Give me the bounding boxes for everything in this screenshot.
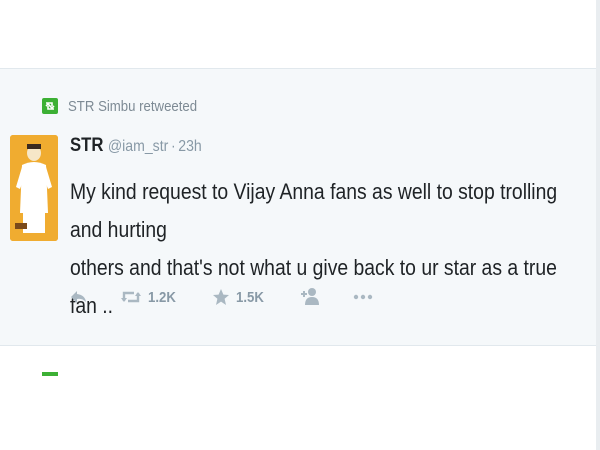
tweet-text-line: My kind request to Vijay Anna fans as we… xyxy=(70,179,558,242)
follow-button[interactable] xyxy=(299,287,321,307)
retweet-badge-icon xyxy=(42,98,58,114)
retweet-context[interactable]: STR Simbu retweeted xyxy=(42,97,215,115)
more-button[interactable] xyxy=(353,294,373,300)
avatar[interactable] xyxy=(10,135,58,241)
retweet-icon xyxy=(120,289,142,305)
tweet-header: STR @iam_str · 23h xyxy=(70,135,202,157)
follow-icon xyxy=(299,287,321,307)
more-icon xyxy=(353,294,373,300)
page-right-edge xyxy=(596,0,600,450)
retweet-context-label[interactable]: STR Simbu retweeted xyxy=(68,98,197,115)
header-separator: · xyxy=(170,138,176,155)
tweet-timestamp[interactable]: 23h xyxy=(178,138,201,156)
like-count: 1.5K xyxy=(235,288,264,306)
reply-icon xyxy=(70,289,88,305)
tweet-actions: 1.2K 1.5K xyxy=(70,287,405,307)
author-handle[interactable]: @iam_str xyxy=(108,138,168,156)
author-name[interactable]: STR xyxy=(70,135,103,157)
retweet-button[interactable]: 1.2K xyxy=(120,289,180,306)
next-tweet-badge-icon xyxy=(42,372,58,376)
reply-button[interactable] xyxy=(70,289,88,305)
favorite-button[interactable]: 1.5K xyxy=(212,288,268,306)
tweet-card[interactable]: STR Simbu retweeted STR @iam_str · 23h M… xyxy=(0,68,596,346)
top-blank-area xyxy=(0,0,596,68)
favorite-star-icon xyxy=(212,288,230,306)
retweet-count: 1.2K xyxy=(148,288,176,306)
